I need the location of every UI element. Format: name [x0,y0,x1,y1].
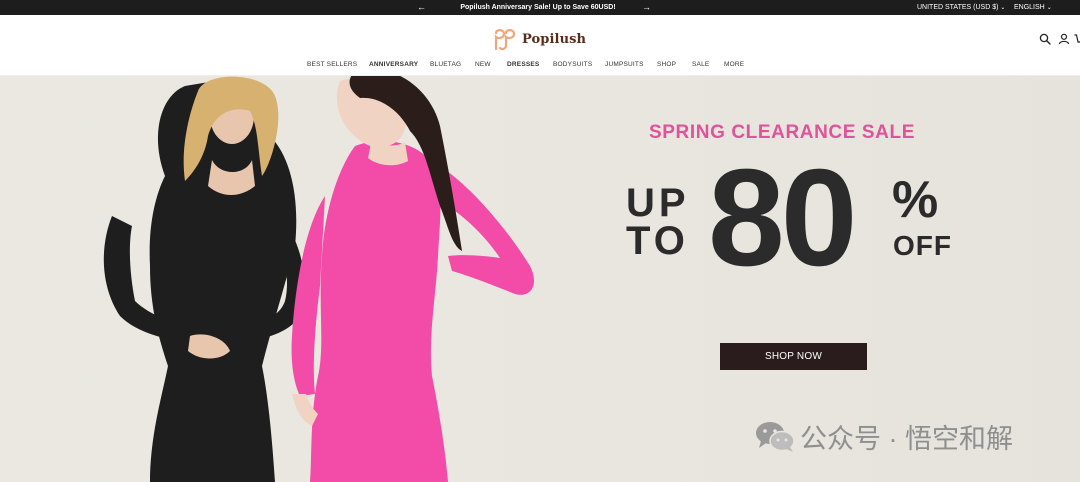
nav-item-anniversary[interactable]: ANNIVERSARY [369,61,418,68]
hero-models-image [103,76,535,482]
wechat-icon [756,422,795,452]
nav-item-new[interactable]: NEW [475,61,491,68]
nav-item-bluetag[interactable]: BLUETAG [430,61,461,68]
search-icon[interactable] [1039,33,1051,45]
country-label: UNITED STATES (USD $) [917,4,999,11]
watermark-text: 公众号 · 悟空和解 [800,423,1013,454]
chevron-down-icon: ⌄ [1046,5,1052,11]
main-navigation: BEST SELLERS ANNIVERSARY BLUETAG NEW DRE… [0,61,1080,73]
hero-banner[interactable]: SPRING CLEARANCE SALE UP TO 80 % OFF SHO… [0,76,1080,482]
nav-item-jumpsuits[interactable]: JUMPSUITS [605,61,644,68]
up-text: UP [626,181,690,225]
language-label: ENGLISH [1014,4,1045,11]
announcement-next-arrow-icon[interactable]: → [642,0,651,15]
country-selector[interactable]: UNITED STATES (USD $) ⌄ [917,0,1005,16]
percent-symbol: % [892,171,939,229]
brand-name: Popilush [522,31,587,47]
language-selector[interactable]: ENGLISH ⌄ [1014,0,1052,16]
site-header: Popilush BEST SELLERS ANNIVERSARY BLUETA… [0,15,1080,76]
up-to-text: UP TO [626,181,690,263]
shop-now-button[interactable]: SHOP NOW [720,343,867,370]
nav-item-best-sellers[interactable]: BEST SELLERS [307,61,357,68]
nav-item-sale[interactable]: SALE [692,61,709,68]
account-icon[interactable] [1058,33,1070,45]
discount-amount: 80 [708,141,857,295]
announcement-message[interactable]: Popilush Anniversary Sale! Up to Save 60… [440,0,636,15]
off-text: OFF [893,230,952,261]
to-text: TO [626,219,689,263]
nav-item-shop[interactable]: SHOP [657,61,676,68]
cart-icon[interactable] [1074,33,1080,45]
announcement-prev-arrow-icon[interactable]: ← [417,0,426,15]
brand-logo[interactable]: Popilush [490,25,586,53]
nav-item-dresses[interactable]: DRESSES [507,61,539,68]
chevron-down-icon: ⌄ [1000,5,1006,11]
wechat-watermark: 公众号 · 悟空和解 [754,417,1013,455]
popilush-logo-icon [494,29,516,51]
nav-item-more[interactable]: MORE [724,61,744,68]
announcement-bar: ← Popilush Anniversary Sale! Up to Save … [0,0,1080,15]
nav-item-bodysuits[interactable]: BODYSUITS [553,61,592,68]
